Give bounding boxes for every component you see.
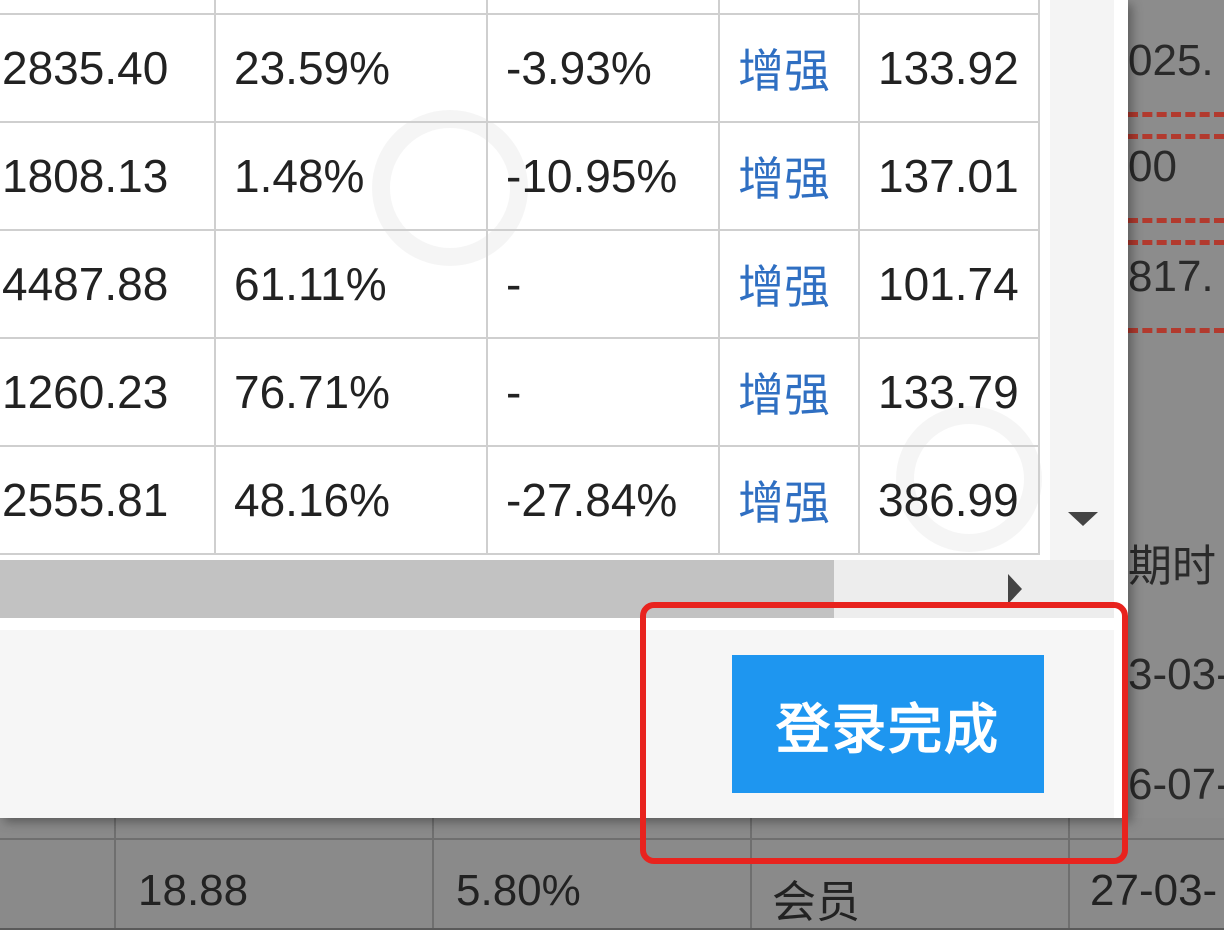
table-row <box>0 0 1040 15</box>
enhance-link[interactable]: 增强 <box>718 13 860 123</box>
background-cell: 817. <box>1128 252 1214 301</box>
table-cell: 48.16% <box>214 445 488 555</box>
table-row: 2835.40 23.59% -3.93% 增强 133.92 <box>0 13 1040 123</box>
background-table-row: 18.88 5.80% 会员 27-03- <box>0 818 1224 928</box>
table-cell: 137.01 <box>858 121 1040 231</box>
background-dashed-separator <box>1128 240 1224 245</box>
table-cell: 23.59% <box>214 13 488 123</box>
scroll-down-arrow-icon[interactable] <box>1068 512 1098 526</box>
table-cell <box>486 0 720 15</box>
table-cell: 61.11% <box>214 229 488 339</box>
enhance-link[interactable]: 增强 <box>718 337 860 447</box>
table-cell: 76.71% <box>214 337 488 447</box>
background-cell: 5.80% <box>456 866 581 915</box>
enhance-link[interactable]: 增强 <box>718 229 860 339</box>
enhance-link[interactable]: 增强 <box>718 445 860 555</box>
row-divider <box>0 838 1224 840</box>
table-cell: - <box>486 337 720 447</box>
background-dashed-separator <box>1128 328 1224 333</box>
table-row: 2555.81 48.16% -27.84% 增强 386.99 <box>0 445 1040 555</box>
background-cell: 期时 <box>1128 542 1216 591</box>
table-cell: 2835.40 <box>0 13 216 123</box>
table-cell <box>718 0 860 15</box>
background-cell: 会员 <box>772 878 860 927</box>
background-cell: 00 <box>1128 142 1177 191</box>
scroll-right-arrow-icon[interactable] <box>1008 574 1022 604</box>
column-divider <box>750 818 752 928</box>
column-divider <box>432 818 434 928</box>
column-divider <box>114 818 116 928</box>
table-cell: 1260.23 <box>0 337 216 447</box>
horizontal-scrollbar-thumb[interactable] <box>0 560 834 618</box>
table-cell: -27.84% <box>486 445 720 555</box>
table-row: 4487.88 61.11% - 增强 101.74 <box>0 229 1040 339</box>
table-cell: 1808.13 <box>0 121 216 231</box>
background-dashed-separator <box>1128 218 1224 223</box>
table-cell: 386.99 <box>858 445 1040 555</box>
horizontal-scrollbar[interactable] <box>0 560 1114 618</box>
background-cell: 27-03- <box>1090 866 1218 915</box>
data-table: 2835.40 23.59% -3.93% 增强 133.92 1808.13 … <box>0 0 1040 555</box>
background-dashed-separator <box>1128 134 1224 139</box>
table-row: 1808.13 1.48% -10.95% 增强 137.01 <box>0 121 1040 231</box>
background-cell: 3-03- <box>1128 650 1224 699</box>
table-cell: -3.93% <box>486 13 720 123</box>
table-cell: - <box>486 229 720 339</box>
background-dashed-separator <box>1128 112 1224 117</box>
table-cell: -10.95% <box>486 121 720 231</box>
login-complete-button[interactable]: 登录完成 <box>732 655 1044 793</box>
table-cell <box>214 0 488 15</box>
table-cell: 1.48% <box>214 121 488 231</box>
background-cell: 18.88 <box>138 866 249 915</box>
data-table-viewport: 2835.40 23.59% -3.93% 增强 133.92 1808.13 … <box>0 0 1050 560</box>
table-cell: 133.79 <box>858 337 1040 447</box>
table-cell: 101.74 <box>858 229 1040 339</box>
login-dialog: 2835.40 23.59% -3.93% 增强 133.92 1808.13 … <box>0 0 1128 818</box>
background-cell: 6-07- <box>1128 760 1224 809</box>
enhance-link[interactable]: 增强 <box>718 121 860 231</box>
vertical-scrollbar[interactable] <box>1050 0 1114 560</box>
table-cell: 4487.88 <box>0 229 216 339</box>
table-cell: 133.92 <box>858 13 1040 123</box>
table-cell: 2555.81 <box>0 445 216 555</box>
table-cell <box>858 0 1040 15</box>
background-cell: 025. <box>1128 36 1214 85</box>
table-row: 1260.23 76.71% - 增强 133.79 <box>0 337 1040 447</box>
column-divider <box>1068 818 1070 928</box>
table-cell <box>0 0 216 15</box>
